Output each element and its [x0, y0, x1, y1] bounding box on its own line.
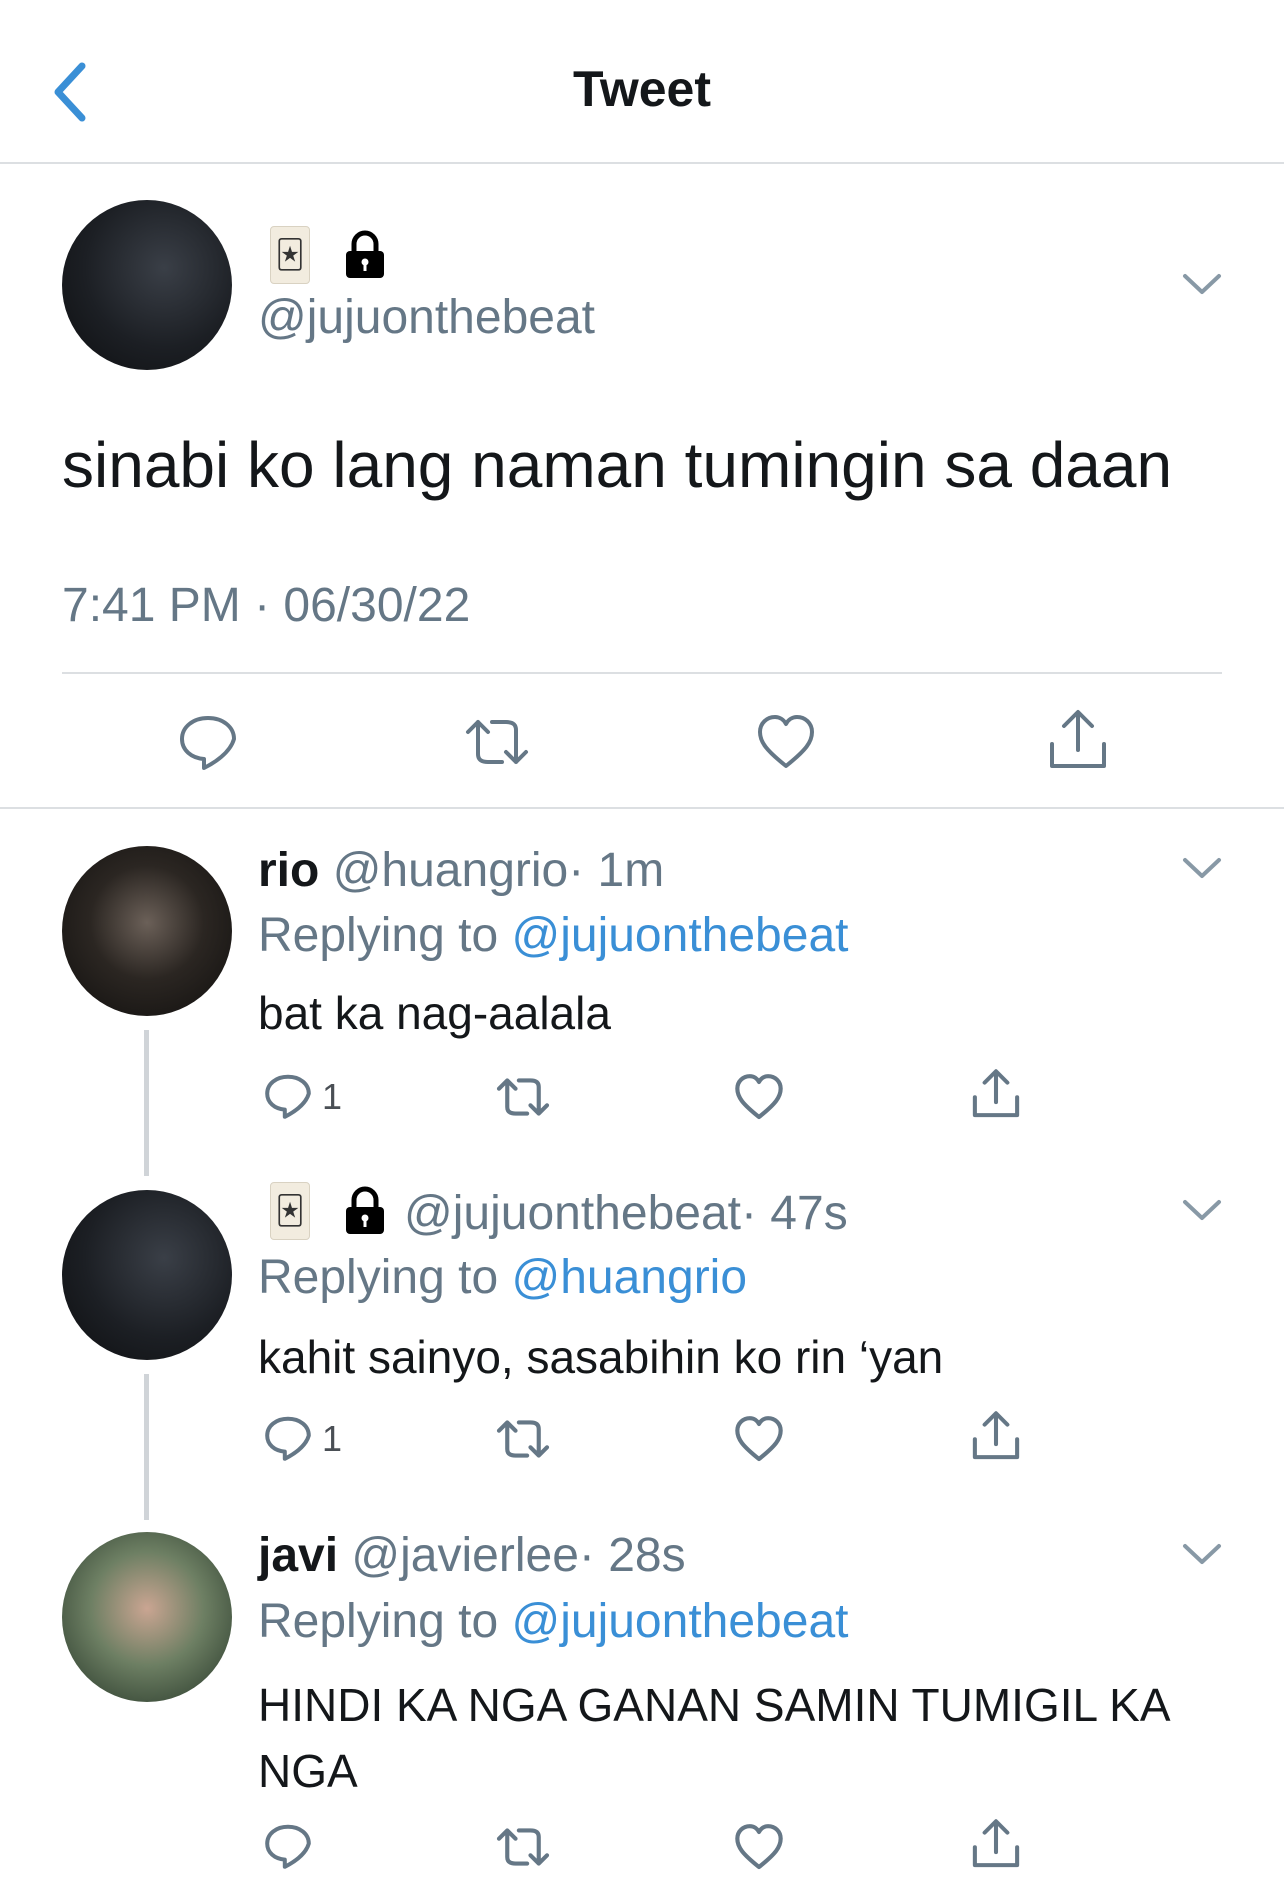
- avatar[interactable]: [62, 1532, 232, 1702]
- like-button[interactable]: [734, 1822, 784, 1872]
- display-name[interactable]: javi: [258, 1529, 338, 1582]
- lock-icon: [346, 230, 384, 278]
- joker-card-icon: 🃏: [270, 226, 310, 284]
- thread-line: [144, 1374, 149, 1520]
- tweet-text: sinabi ko lang naman tumingin sa daan: [62, 429, 1173, 501]
- share-icon: [1050, 710, 1106, 768]
- reply-header: rio @huangrio· 1m: [258, 843, 664, 898]
- author-handle[interactable]: @jujuonthebeat: [258, 290, 595, 345]
- heart-icon: [735, 1416, 783, 1462]
- page-title: Tweet: [573, 61, 711, 117]
- chevron-down-icon[interactable]: [1182, 856, 1222, 880]
- reply-icon: [265, 1074, 311, 1119]
- avatar[interactable]: [62, 846, 232, 1016]
- share-icon: [972, 1819, 1020, 1868]
- chevron-down-icon[interactable]: [1182, 1198, 1222, 1222]
- replying-to-link[interactable]: @jujuonthebeat: [511, 1595, 848, 1648]
- heart-icon: [735, 1824, 783, 1870]
- reply-text: HINDI KA NGA GANAN SAMIN TUMIGIL KA NGA: [258, 1679, 1168, 1797]
- share-button[interactable]: [970, 1068, 1022, 1120]
- retweet-button[interactable]: [494, 1822, 552, 1872]
- reply-text: kahit sainyo, sasabihin ko rin ‘yan: [258, 1331, 944, 1383]
- reply-icon: [180, 716, 236, 770]
- retweet-button[interactable]: [494, 1414, 552, 1464]
- retweet-button[interactable]: [494, 1072, 552, 1122]
- author-handle[interactable]: @javierlee: [351, 1529, 578, 1582]
- replying-label: Replying to: [258, 1251, 499, 1304]
- replying-to-link[interactable]: @huangrio: [511, 1251, 747, 1304]
- lock-icon: [346, 1186, 384, 1234]
- reply-button[interactable]: [178, 712, 238, 772]
- author-handle[interactable]: @jujuonthebeat: [404, 1187, 741, 1240]
- share-button[interactable]: [1046, 708, 1110, 772]
- heart-icon: [735, 1074, 783, 1120]
- replying-to-link[interactable]: @jujuonthebeat: [511, 909, 848, 962]
- reply-button[interactable]: [264, 1414, 312, 1462]
- tweet-divider: [62, 672, 1222, 674]
- reply-icon: [265, 1824, 311, 1869]
- replying-label: Replying to: [258, 909, 499, 962]
- replying-to: Replying to @jujuonthebeat: [258, 1594, 848, 1649]
- retweet-icon: [496, 1828, 550, 1866]
- reply-icon: [265, 1416, 311, 1461]
- display-name[interactable]: rio: [258, 844, 319, 897]
- tweet-timestamp: 7:41 PM · 06/30/22: [62, 579, 471, 632]
- share-button[interactable]: [970, 1410, 1022, 1462]
- replying-label: Replying to: [258, 1595, 499, 1648]
- reply-header: @jujuonthebeat· 47s: [404, 1186, 848, 1241]
- retweet-icon: [496, 1078, 550, 1116]
- reply-time: · 47s: [740, 1187, 848, 1240]
- like-button[interactable]: [734, 1414, 784, 1464]
- reply-header: javi @javierlee· 28s: [258, 1528, 686, 1583]
- chevron-down-icon[interactable]: [1182, 1542, 1222, 1566]
- author-handle[interactable]: @huangrio: [333, 844, 569, 897]
- avatar[interactable]: [62, 1190, 232, 1360]
- reply-time: · 1m: [568, 844, 665, 897]
- heart-icon: [758, 715, 814, 768]
- avatar[interactable]: [62, 200, 232, 370]
- reply-count: 1: [322, 1418, 343, 1459]
- reply-button[interactable]: [264, 1072, 312, 1120]
- joker-card-icon: 🃏: [270, 1182, 310, 1240]
- share-button[interactable]: [970, 1818, 1022, 1870]
- reply-count: 1: [322, 1076, 343, 1117]
- section-divider: [0, 807, 1284, 809]
- thread-line: [144, 1030, 149, 1176]
- header-divider: [0, 162, 1284, 164]
- chevron-down-icon[interactable]: [1182, 272, 1222, 296]
- replying-to: Replying to @jujuonthebeat: [258, 908, 848, 963]
- reply-button[interactable]: [264, 1822, 312, 1870]
- retweet-button[interactable]: [462, 712, 532, 772]
- retweet-icon: [496, 1420, 550, 1458]
- like-button[interactable]: [756, 712, 816, 772]
- retweet-icon: [466, 720, 528, 764]
- share-icon: [972, 1411, 1020, 1460]
- share-icon: [972, 1069, 1020, 1118]
- like-button[interactable]: [734, 1072, 784, 1122]
- reply-time: · 28s: [578, 1529, 686, 1582]
- reply-text: bat ka nag-aalala: [258, 987, 611, 1039]
- replying-to: Replying to @huangrio: [258, 1250, 747, 1305]
